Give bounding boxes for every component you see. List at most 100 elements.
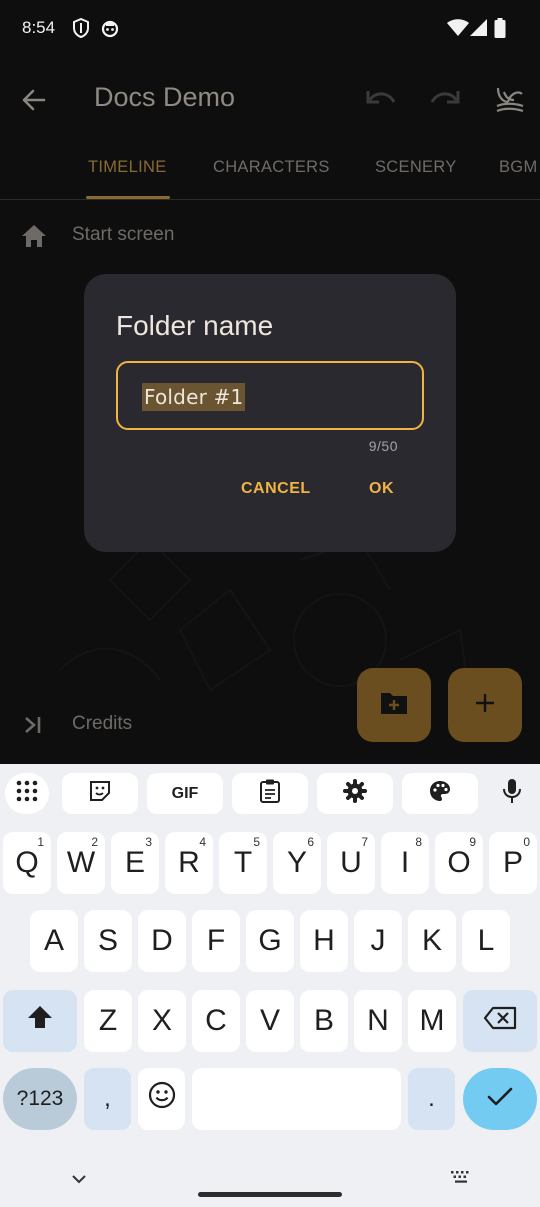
character-counter: 9/50	[368, 438, 398, 454]
microphone-icon	[502, 778, 522, 809]
enter-key[interactable]	[463, 1068, 537, 1130]
sticker-button[interactable]	[62, 773, 138, 814]
key-label: P	[502, 846, 523, 879]
tab-bgm[interactable]: BGM	[499, 158, 537, 177]
key-hint: 2	[91, 835, 98, 849]
key-y[interactable]: Y6	[273, 832, 321, 894]
period-key[interactable]: .	[408, 1068, 455, 1130]
key-label: Q	[15, 846, 39, 879]
keyboard-settings-button[interactable]	[317, 773, 393, 814]
tab-timeline[interactable]: TIMELINE	[88, 158, 167, 177]
tab-characters[interactable]: CHARACTERS	[213, 158, 330, 177]
back-arrow-icon[interactable]	[20, 86, 48, 119]
key-a[interactable]: A	[30, 910, 78, 972]
skip-to-end-icon	[22, 714, 44, 741]
checkmark-icon	[486, 1082, 514, 1116]
key-h[interactable]: H	[300, 910, 348, 972]
key-label: W	[66, 846, 96, 879]
cell-signal-icon	[470, 19, 488, 42]
key-m[interactable]: M	[408, 990, 456, 1052]
key-u[interactable]: U7	[327, 832, 375, 894]
tab-bar: TIMELINE CHARACTERS SCENERY BGM	[0, 140, 540, 200]
emoji-icon	[148, 1081, 176, 1117]
clipboard-icon	[259, 778, 281, 809]
key-hint: 6	[307, 835, 314, 849]
app-title: Docs Demo	[94, 82, 236, 112]
key-hint: 4	[199, 835, 206, 849]
key-g[interactable]: G	[246, 910, 294, 972]
key-n[interactable]: N	[354, 990, 402, 1052]
key-hint: 8	[415, 835, 422, 849]
key-t[interactable]: T5	[219, 832, 267, 894]
new-folder-button[interactable]	[357, 668, 431, 742]
key-hint: 1	[37, 835, 44, 849]
voice-input-button[interactable]	[489, 773, 535, 814]
key-x[interactable]: X	[138, 990, 186, 1052]
key-label: O	[447, 846, 471, 879]
key-p[interactable]: P0	[489, 832, 537, 894]
key-l[interactable]: L	[462, 910, 510, 972]
key-o[interactable]: O9	[435, 832, 483, 894]
shift-key[interactable]	[3, 990, 77, 1052]
tab-indicator	[86, 196, 170, 199]
key-label: I	[400, 846, 410, 879]
undo-icon[interactable]	[364, 86, 398, 119]
key-k[interactable]: K	[408, 910, 456, 972]
space-key[interactable]	[192, 1068, 401, 1130]
key-w[interactable]: W2	[57, 832, 105, 894]
key-j[interactable]: J	[354, 910, 402, 972]
app-bar: Docs Demo	[0, 60, 540, 140]
scenery-mode-icon[interactable]	[494, 84, 526, 121]
start-screen-label: Start screen	[72, 224, 175, 245]
backspace-key[interactable]	[463, 990, 537, 1052]
key-d[interactable]: D	[138, 910, 186, 972]
hide-keyboard-chevron-icon[interactable]	[71, 1172, 87, 1190]
apps-grid-icon	[16, 780, 38, 807]
palette-icon	[428, 779, 452, 808]
dialog-title: Folder name	[116, 310, 274, 341]
gif-button[interactable]: GIF	[147, 773, 223, 814]
key-z[interactable]: Z	[84, 990, 132, 1052]
clipboard-button[interactable]	[232, 773, 308, 814]
emoji-key[interactable]	[138, 1068, 185, 1130]
cancel-button[interactable]: CANCEL	[241, 480, 311, 498]
apps-grid-button[interactable]	[5, 773, 49, 814]
folder-name-input-value[interactable]: Folder #1	[142, 383, 246, 411]
key-b[interactable]: B	[300, 990, 348, 1052]
create-folder-icon	[379, 690, 409, 721]
key-f[interactable]: F	[192, 910, 240, 972]
key-r[interactable]: R4	[165, 832, 213, 894]
theme-button[interactable]	[402, 773, 478, 814]
soft-keyboard: GIF Q1 W2 E3 R4 T5 Y6 U7 I8 O9 P0 A S D …	[0, 764, 540, 1207]
key-i[interactable]: I8	[381, 832, 429, 894]
add-button[interactable]	[448, 668, 522, 742]
folder-name-dialog: Folder name Folder #1 9/50 CANCEL OK	[84, 274, 456, 552]
key-hint: 9	[469, 835, 476, 849]
folder-name-field[interactable]: Folder #1	[116, 361, 424, 430]
key-label: U	[340, 846, 362, 879]
notification-app-icon	[101, 18, 119, 43]
shield-icon	[72, 17, 90, 43]
key-hint: 7	[361, 835, 368, 849]
key-v[interactable]: V	[246, 990, 294, 1052]
status-bar: 8:54	[0, 0, 540, 60]
keyboard-switcher-icon[interactable]	[450, 1170, 472, 1189]
key-hint: 3	[145, 835, 152, 849]
key-label: E	[124, 846, 145, 879]
home-gesture-pill[interactable]	[198, 1192, 342, 1197]
credits-label: Credits	[72, 713, 133, 734]
key-q[interactable]: Q1	[3, 832, 51, 894]
key-s[interactable]: S	[84, 910, 132, 972]
shift-icon	[26, 1004, 54, 1038]
key-c[interactable]: C	[192, 990, 240, 1052]
tab-scenery[interactable]: SCENERY	[375, 158, 457, 177]
plus-icon	[473, 691, 497, 720]
ok-button[interactable]: OK	[369, 480, 394, 498]
key-e[interactable]: E3	[111, 832, 159, 894]
list-item-start-screen[interactable]: Start screen	[0, 211, 540, 261]
redo-icon[interactable]	[428, 86, 462, 119]
comma-key[interactable]: ,	[84, 1068, 131, 1130]
battery-icon	[494, 18, 506, 43]
sticker-icon	[88, 779, 112, 808]
symbols-key[interactable]: ?123	[3, 1068, 77, 1130]
